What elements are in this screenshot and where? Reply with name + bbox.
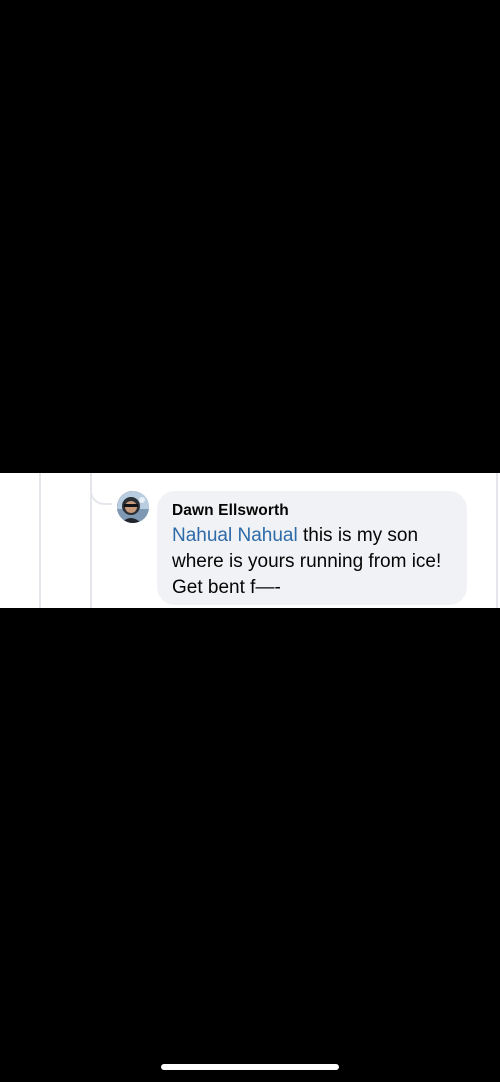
comment-author[interactable]: Dawn Ellsworth <box>172 501 453 521</box>
reply-connector <box>90 473 112 505</box>
profile-photo-icon <box>117 491 149 523</box>
black-letterbox-bottom <box>0 608 500 1082</box>
mention-link[interactable]: Nahual Nahual <box>172 525 298 546</box>
thread-line <box>496 473 498 608</box>
comment-bubble[interactable]: Dawn Ellsworth Nahual Nahual this is my … <box>157 491 467 605</box>
comment-strip: Dawn Ellsworth Nahual Nahual this is my … <box>0 473 500 608</box>
black-letterbox-top <box>0 0 500 473</box>
home-indicator[interactable] <box>161 1064 339 1070</box>
avatar[interactable] <box>117 491 149 523</box>
comment-text: Nahual Nahual this is my son where is yo… <box>172 523 453 601</box>
thread-line <box>39 473 41 608</box>
